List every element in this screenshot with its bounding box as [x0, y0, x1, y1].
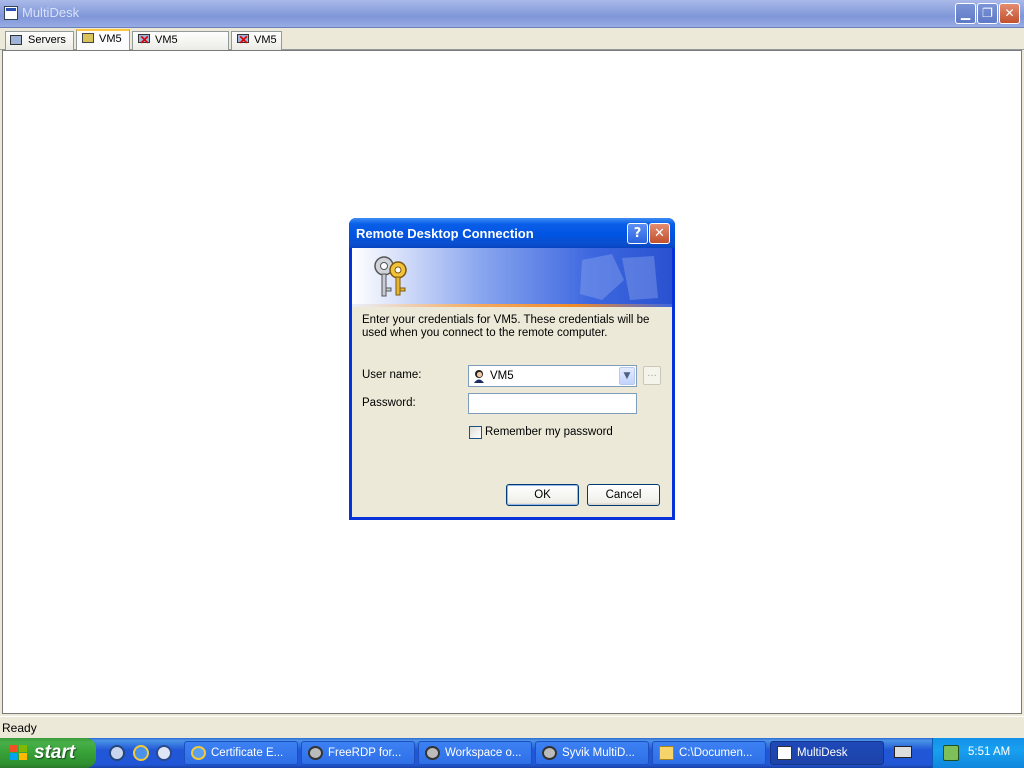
instructions-text: Enter your credentials for VM5. These cr…	[362, 314, 650, 339]
taskbar-button-label: Certificate E...	[211, 747, 284, 759]
status-bar: Ready	[0, 716, 1024, 738]
taskbar: start Certificate E... FreeRDP for... Wo…	[0, 738, 1024, 768]
disconnected-monitor-icon: ✕	[138, 33, 150, 47]
servers-icon	[10, 34, 25, 47]
quicklaunch-desktop-icon[interactable]	[109, 745, 125, 761]
taskbar-button-certificate[interactable]: Certificate E...	[184, 741, 298, 765]
browse-button[interactable]: ...	[643, 366, 661, 385]
banner-accent-line	[352, 304, 672, 307]
minimize-button[interactable]: ▁	[955, 3, 976, 24]
tab-label: VM5	[99, 33, 122, 45]
cancel-button[interactable]: Cancel	[587, 484, 660, 506]
windows-logo-icon	[10, 745, 28, 761]
credentials-dialog: Remote Desktop Connection ? ✕ Enter your…	[349, 218, 675, 520]
system-tray: 5:51 AM	[932, 738, 1024, 768]
dialog-body: Enter your credentials for VM5. These cr…	[352, 248, 672, 517]
ie-icon	[191, 746, 206, 760]
tab-vm5-2[interactable]: ✕ VM5	[231, 31, 282, 50]
start-button[interactable]: start	[0, 738, 96, 768]
taskbar-button-workspace[interactable]: Workspace o...	[418, 741, 532, 765]
chevron-down-icon[interactable]: ▼	[619, 367, 635, 385]
remember-password-label[interactable]: Remember my password	[485, 426, 613, 438]
password-field[interactable]	[468, 393, 637, 414]
dialog-close-button[interactable]: ✕	[649, 223, 670, 244]
dialog-title-bar[interactable]: Remote Desktop Connection ? ✕	[349, 218, 675, 248]
help-button[interactable]: ?	[627, 223, 648, 244]
status-text: Ready	[2, 721, 37, 735]
tab-label: VM5	[254, 34, 277, 46]
taskbar-button-label: MultiDesk	[797, 747, 848, 759]
tab-vm5[interactable]: VM5	[76, 29, 130, 50]
user-icon	[474, 370, 484, 383]
taskbar-button-label: C:\Documen...	[679, 747, 753, 759]
taskbar-button-syvik[interactable]: Syvik MultiD...	[535, 741, 649, 765]
tab-strip: Servers VM5 ✕ VM5 (console) ✕ VM5	[0, 28, 1024, 63]
taskbar-button-freerdp[interactable]: FreeRDP for...	[301, 741, 415, 765]
password-label: Password:	[362, 397, 416, 409]
start-label: start	[34, 742, 76, 763]
clock[interactable]: 5:51 AM	[968, 746, 1010, 758]
raccoon-icon	[308, 746, 323, 760]
restore-button[interactable]: ❐	[977, 3, 998, 24]
tab-servers[interactable]: Servers	[5, 31, 74, 50]
taskbar-button-folder[interactable]: C:\Documen...	[652, 741, 766, 765]
username-label: User name:	[362, 369, 422, 381]
window-title: MultiDesk	[22, 5, 80, 20]
taskbar-button-multidesk[interactable]: MultiDesk	[770, 741, 884, 765]
raccoon-icon	[425, 746, 440, 760]
dialog-title: Remote Desktop Connection	[356, 226, 534, 241]
taskbar-button-label: FreeRDP for...	[328, 747, 402, 759]
remember-password-checkbox[interactable]	[469, 426, 482, 439]
tab-vm5-console[interactable]: ✕ VM5 (console)	[132, 31, 229, 63]
keyboard-icon[interactable]	[894, 746, 912, 758]
banner-watermark-icon	[580, 254, 658, 300]
multidesk-icon	[777, 746, 792, 760]
folder-icon	[659, 746, 674, 760]
username-combobox[interactable]: VM5 ▼	[468, 365, 637, 387]
title-bar[interactable]: MultiDesk ▁ ❐ ✕	[0, 0, 1024, 28]
dialog-banner	[352, 248, 672, 306]
quicklaunch-media-player-icon[interactable]	[156, 745, 172, 761]
keys-icon	[374, 256, 407, 297]
close-button[interactable]: ✕	[999, 3, 1020, 24]
quicklaunch-ie-icon[interactable]	[133, 745, 149, 761]
raccoon-icon	[542, 746, 557, 760]
network-icon[interactable]	[943, 745, 959, 761]
app-icon	[4, 6, 18, 20]
username-value: VM5	[490, 370, 514, 382]
monitor-icon	[81, 33, 96, 46]
ok-button[interactable]: OK	[506, 484, 579, 506]
disconnected-monitor-icon: ✕	[237, 33, 249, 47]
taskbar-button-label: Workspace o...	[445, 747, 522, 759]
tab-label: Servers	[28, 34, 66, 46]
taskbar-button-label: Syvik MultiD...	[562, 747, 635, 759]
